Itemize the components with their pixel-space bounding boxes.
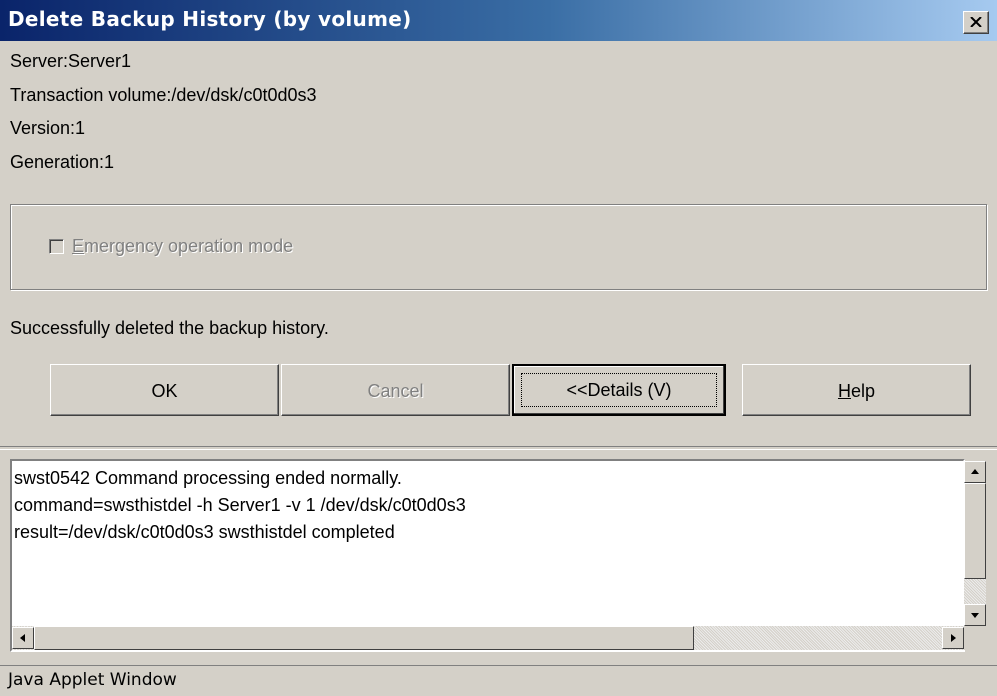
help-mnemonic: H [837, 381, 851, 401]
cancel-button[interactable]: Cancel [281, 364, 510, 416]
arrow-up-icon [971, 469, 979, 474]
scroll-up-button[interactable] [964, 461, 986, 483]
ok-button[interactable]: OK [50, 364, 279, 416]
emergency-mode-option[interactable]: Emergency operation mode [49, 236, 293, 257]
title-bar[interactable]: Delete Backup History (by volume) [0, 0, 997, 41]
details-line: command=swsthistdel -h Server1 -v 1 /dev… [14, 495, 466, 515]
details-text: swst0542 Command processing ended normal… [14, 465, 466, 546]
vertical-scrollbar[interactable] [964, 461, 986, 626]
details-textarea[interactable]: swst0542 Command processing ended normal… [10, 459, 965, 652]
scroll-left-button[interactable] [12, 627, 34, 649]
scroll-down-button[interactable] [964, 604, 986, 626]
details-button[interactable]: <<Details (V) [512, 364, 726, 416]
details-line: result=/dev/dsk/c0t0d0s3 swsthistdel com… [14, 522, 395, 542]
emergency-mnemonic: E [72, 236, 85, 256]
arrow-down-icon [971, 613, 979, 618]
help-label-rest: elp [850, 381, 876, 401]
window-title: Delete Backup History (by volume) [8, 7, 412, 31]
transaction-volume-label: Transaction volume:/dev/dsk/c0t0d0s3 [10, 85, 317, 105]
footer-text: Java Applet Window [8, 670, 177, 690]
help-label: Help [838, 381, 875, 401]
version-label: Version:1 [10, 118, 86, 138]
help-button[interactable]: Help [742, 364, 971, 416]
options-group: Emergency operation mode [10, 204, 987, 290]
ok-label: OK [151, 381, 178, 401]
horizontal-scrollbar[interactable] [12, 626, 964, 650]
horizontal-scroll-thumb[interactable] [34, 626, 694, 650]
close-button[interactable] [963, 11, 989, 34]
emergency-mode-checkbox[interactable] [49, 239, 64, 254]
applet-footer: Java Applet Window [0, 665, 997, 696]
emergency-mode-label: Emergency operation mode [72, 236, 293, 257]
arrow-left-icon [20, 634, 25, 642]
emergency-label-rest: mergency operation mode [84, 236, 294, 256]
divider [0, 446, 997, 450]
scroll-right-button[interactable] [942, 627, 964, 649]
close-icon [970, 17, 982, 27]
details-line: swst0542 Command processing ended normal… [14, 468, 402, 488]
scrollbar-corner [964, 626, 986, 650]
cancel-label: Cancel [367, 381, 424, 401]
server-label: Server:Server1 [10, 51, 132, 71]
arrow-right-icon [951, 634, 956, 642]
vertical-scroll-thumb[interactable] [964, 483, 986, 579]
status-message: Successfully deleted the backup history. [10, 318, 329, 338]
generation-label: Generation:1 [10, 152, 115, 172]
details-label: <<Details (V) [566, 380, 672, 400]
